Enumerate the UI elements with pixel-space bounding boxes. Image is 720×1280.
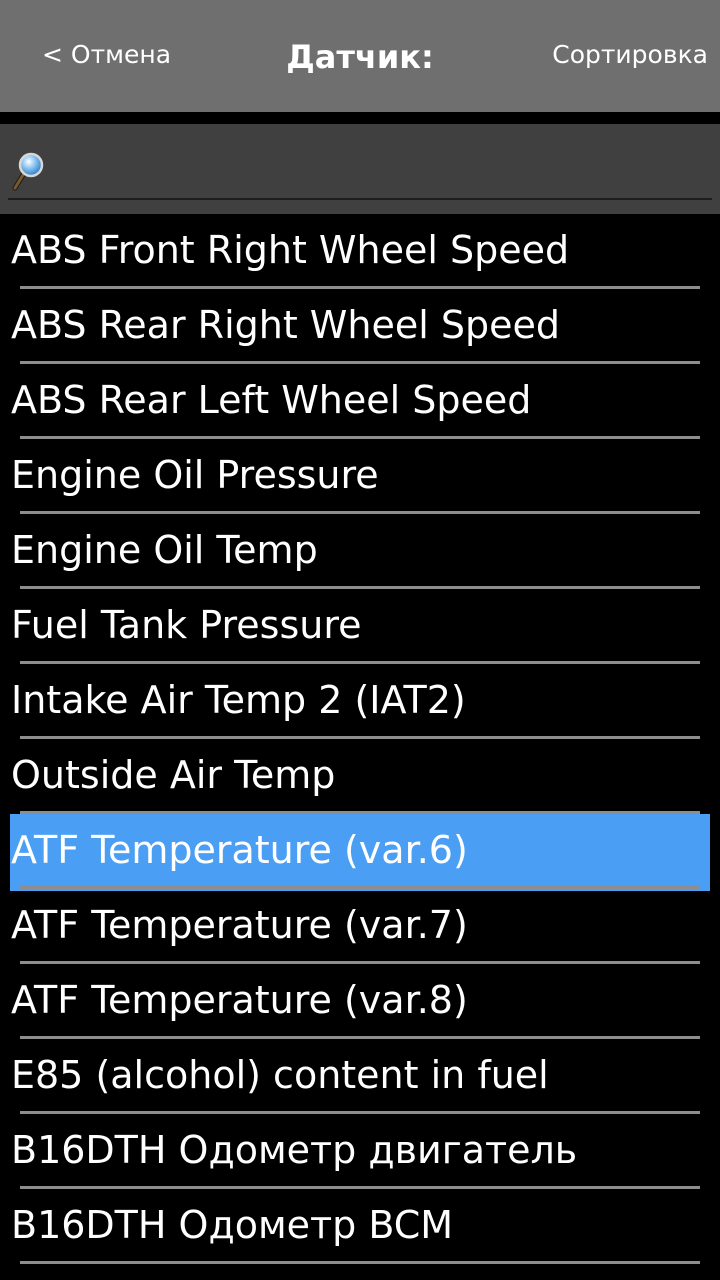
list-item-label: Fuel Tank Pressure: [11, 603, 362, 647]
list-item-label: ATF Temperature (var.7): [11, 903, 468, 947]
list-item-label: ATF Temperature (var.8): [11, 978, 468, 1022]
list-item-label: Intake Air Temp 2 (IAT2): [11, 678, 466, 722]
list-item-label: B16DTH Одометр двигатель: [11, 1128, 578, 1172]
list-item[interactable]: B16DTH Одометр BCM: [0, 1189, 720, 1264]
list-item[interactable]: ATF Temperature (var.8): [0, 964, 720, 1039]
search-underline: [8, 198, 712, 200]
list-divider: [20, 1261, 700, 1264]
list-item-label: ABS Rear Left Wheel Speed: [11, 378, 532, 422]
list-item[interactable]: Outside Air Temp: [0, 739, 720, 814]
sensor-picker-screen: < Отмена Датчик: Сортировка ABS Front Ri…: [0, 0, 720, 1280]
list-item[interactable]: E85 (alcohol) content in fuel: [0, 1039, 720, 1114]
header-gap: [0, 112, 720, 124]
list-item[interactable]: ABS Front Right Wheel Speed: [0, 214, 720, 289]
list-item-label: ABS Front Right Wheel Speed: [11, 228, 570, 272]
list-item-selected[interactable]: ATF Temperature (var.6): [0, 814, 720, 891]
magnifier-icon: [12, 152, 44, 191]
list-item-label: Engine Oil Pressure: [11, 453, 379, 497]
list-item[interactable]: Intake Air Temp 2 (IAT2): [0, 664, 720, 739]
list-item[interactable]: Engine Oil Pressure: [0, 439, 720, 514]
list-item-label: Outside Air Temp: [11, 753, 336, 797]
top-bar: < Отмена Датчик: Сортировка: [0, 0, 720, 112]
list-item[interactable]: Engine Oil Temp: [0, 514, 720, 589]
search-bar: [0, 124, 720, 214]
list-item[interactable]: Fuel Tank Pressure: [0, 589, 720, 664]
sort-button[interactable]: Сортировка: [552, 38, 708, 72]
list-item[interactable]: ABS Rear Left Wheel Speed: [0, 364, 720, 439]
list-item[interactable]: B16DTH Одометр двигатель: [0, 1114, 720, 1189]
list-item-label: E85 (alcohol) content in fuel: [11, 1053, 549, 1097]
search-input[interactable]: [52, 148, 706, 196]
sensor-list[interactable]: ABS Front Right Wheel Speed ABS Rear Righ…: [0, 214, 720, 1280]
list-item[interactable]: ATF Temperature (var.7): [0, 889, 720, 964]
list-item[interactable]: ABS Rear Right Wheel Speed: [0, 289, 720, 364]
list-item-label: B16DTH Одометр BCM: [11, 1203, 454, 1247]
list-item-label: Engine Oil Temp: [11, 528, 318, 572]
list-item-label: ABS Rear Right Wheel Speed: [11, 303, 560, 347]
list-item-label: ATF Temperature (var.6): [11, 828, 468, 872]
